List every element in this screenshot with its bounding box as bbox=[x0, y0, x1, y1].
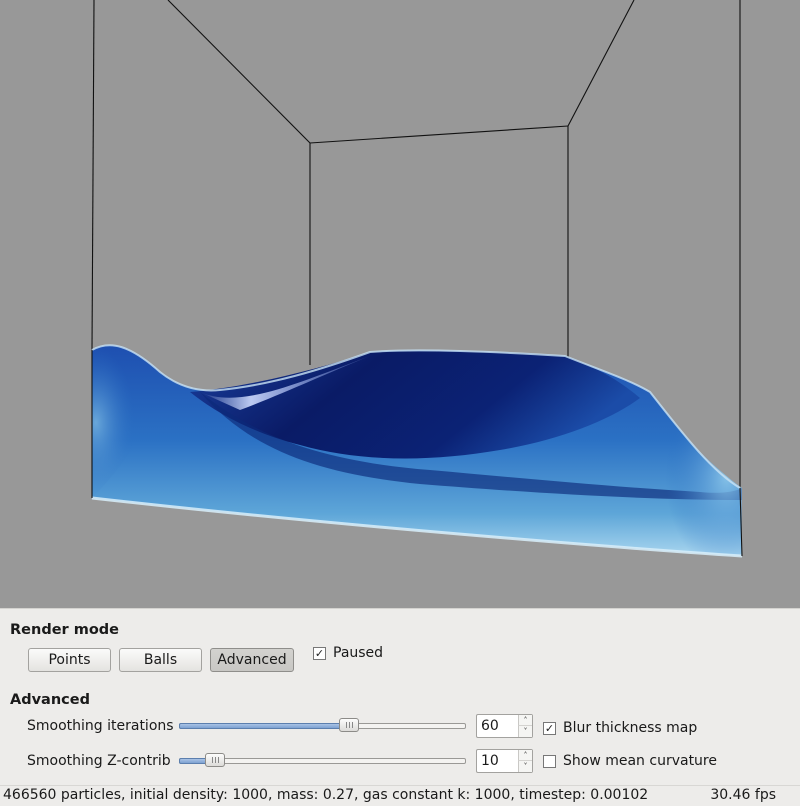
spin-up-icon[interactable]: ˄ bbox=[518, 715, 532, 726]
blur-thickness-checkbox[interactable]: ✓ Blur thickness map bbox=[543, 720, 697, 736]
slider-fill bbox=[179, 723, 351, 729]
checkmark-icon: ✓ bbox=[544, 721, 555, 735]
spin-down-icon[interactable]: ˅ bbox=[518, 726, 532, 737]
advanced-button[interactable]: Advanced bbox=[210, 648, 294, 672]
control-panel: Render mode Points Balls Advanced ✓ Paus… bbox=[0, 608, 800, 786]
fluid-surface bbox=[91, 344, 743, 558]
advanced-section-title: Advanced bbox=[10, 692, 90, 708]
checkmark-icon: ✓ bbox=[314, 646, 325, 660]
status-bar: 466560 particles, initial density: 1000,… bbox=[0, 785, 800, 806]
smoothing-iterations-slider[interactable] bbox=[179, 716, 466, 736]
mean-curvature-label: Show mean curvature bbox=[563, 753, 717, 769]
fluid-simulation-viewport[interactable] bbox=[0, 0, 800, 608]
slider-handle[interactable] bbox=[339, 718, 359, 732]
paused-label: Paused bbox=[333, 645, 384, 661]
slider-handle[interactable] bbox=[205, 753, 225, 767]
blur-thickness-checkbox-box[interactable]: ✓ bbox=[543, 721, 556, 735]
balls-button[interactable]: Balls bbox=[119, 648, 202, 672]
blur-thickness-label: Blur thickness map bbox=[563, 720, 698, 736]
smoothing-z-spinbox[interactable]: 10 ˄ ˅ bbox=[476, 749, 533, 773]
smoothing-z-slider[interactable] bbox=[179, 751, 466, 771]
smoothing-iterations-spinbox[interactable]: 60 ˄ ˅ bbox=[476, 714, 533, 738]
mean-curvature-checkbox-box[interactable] bbox=[543, 754, 556, 768]
paused-checkbox-box[interactable]: ✓ bbox=[313, 646, 326, 660]
status-message: 466560 particles, initial density: 1000,… bbox=[3, 787, 649, 803]
smoothing-z-label: Smoothing Z-contrib bbox=[27, 753, 171, 769]
smoothing-iterations-label: Smoothing iterations bbox=[27, 718, 174, 734]
smoothing-iterations-value[interactable]: 60 bbox=[481, 718, 499, 734]
mean-curvature-checkbox[interactable]: Show mean curvature bbox=[543, 753, 717, 769]
paused-checkbox[interactable]: ✓ Paused bbox=[313, 645, 383, 661]
spin-up-icon[interactable]: ˄ bbox=[518, 750, 532, 761]
spin-down-icon[interactable]: ˅ bbox=[518, 761, 532, 772]
viewport-canvas bbox=[91, 0, 743, 558]
smoothing-z-value[interactable]: 10 bbox=[481, 753, 499, 769]
render-mode-title: Render mode bbox=[10, 622, 120, 638]
points-button[interactable]: Points bbox=[28, 648, 111, 672]
fps-counter: 30.46 fps bbox=[710, 787, 776, 803]
